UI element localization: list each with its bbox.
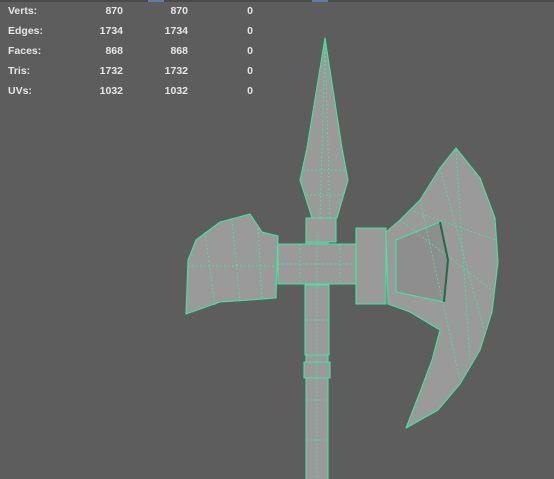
- hud-label: UVs:: [8, 85, 32, 97]
- hud-label: Verts:: [8, 5, 38, 17]
- hud-value-extra: 0: [247, 85, 253, 97]
- hud-value-selected: 1032: [164, 85, 188, 97]
- hud-label: Tris:: [8, 65, 31, 77]
- hud-value-selected: 868: [170, 45, 188, 57]
- axe-left-blade[interactable]: [185, 213, 279, 315]
- hud-value-total: 1732: [99, 65, 123, 77]
- hud-value-total: 868: [105, 45, 123, 57]
- axe-right-socket[interactable]: [355, 227, 387, 305]
- hud-value-selected: 1734: [164, 25, 188, 37]
- hud-value-total: 1032: [99, 85, 123, 97]
- hud-value-extra: 0: [247, 65, 253, 77]
- hud-value-extra: 0: [247, 5, 253, 17]
- axe-ring[interactable]: [305, 217, 337, 243]
- hud-value-selected: 1732: [164, 65, 188, 77]
- hud-value-total: 1734: [99, 25, 123, 37]
- hud-label: Edges:: [8, 25, 44, 37]
- hud-value-extra: 0: [247, 25, 253, 37]
- hud-label: Faces:: [8, 45, 42, 57]
- hud-value-selected: 870: [170, 5, 188, 17]
- hud-value-total: 870: [105, 5, 123, 17]
- hud-value-extra: 0: [247, 45, 253, 57]
